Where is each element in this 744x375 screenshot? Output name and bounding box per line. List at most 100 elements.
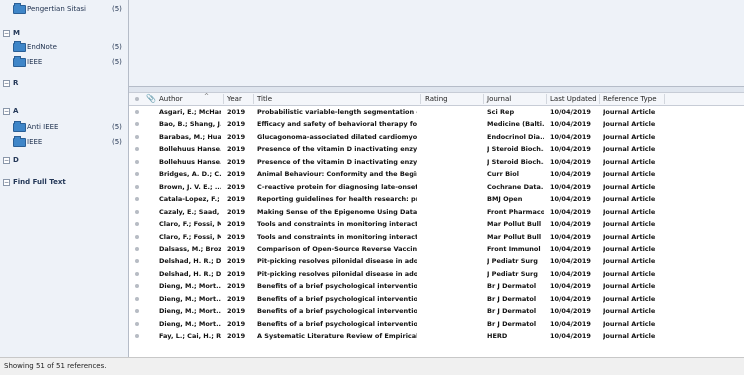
table-row[interactable]: Bao, B.; Shang, J.... 2019 Efficacy and sa… [129, 119, 744, 130]
table-row[interactable]: Cazaly, E.; Saad, J... 2019 Making Sense o… [129, 207, 744, 218]
table-row[interactable]: Asgari, E.; McHar... 2019 Probabilistic va… [129, 107, 744, 118]
table-row[interactable]: Delshad, H. R.; D... 2019 Pit-picking reso… [129, 256, 744, 267]
group-item-pengertian-sitasi[interactable]: Pengertian Sitasi (5) [0, 3, 128, 15]
group-set-d[interactable]: − D [0, 155, 128, 167]
cell-author: Asgari, E.; McHar... [159, 108, 221, 116]
table-row[interactable]: Catala-Lopez, F.; ... 2019 Reporting guide… [129, 194, 744, 205]
group-item-count: (5) [112, 5, 122, 13]
cell-title: Tools and constraints in monitoring inte… [257, 220, 417, 229]
table-header: 📎 Author ^ Year Title Rating Journal Las… [129, 92, 744, 106]
collapse-toggle-icon[interactable]: − [3, 179, 10, 186]
column-header-last-updated[interactable]: Last Updated [550, 95, 597, 103]
table-row[interactable]: Bollehuus Hanse... 2019 Presence of the vi… [129, 157, 744, 168]
cell-year: 2019 [227, 157, 246, 166]
table-row[interactable]: Bollehuus Hanse... 2019 Presence of the vi… [129, 144, 744, 155]
read-status-column-icon[interactable] [135, 97, 139, 101]
collapse-toggle-icon[interactable]: − [3, 80, 10, 87]
cell-updated: 10/04/2019 [550, 332, 591, 341]
group-set-find-full-text[interactable]: − Find Full Text [0, 177, 128, 189]
column-header-journal[interactable]: Journal [487, 95, 511, 103]
cell-author: Dieng, M.; Mort... [159, 294, 221, 303]
cell-title: Reporting guidelines for health research… [257, 195, 417, 204]
cell-journal: Medicine (Balti... [487, 120, 544, 129]
cell-type: Journal Article [603, 244, 656, 253]
cell-year: 2019 [227, 332, 246, 341]
cell-author: Barabas, M.; Hua... [159, 132, 221, 141]
table-row[interactable]: Claro, F.; Fossi, M... 2019 Tools and cons… [129, 219, 744, 230]
cell-updated: 10/04/2019 [550, 132, 591, 141]
cell-year: 2019 [227, 269, 246, 278]
table-row[interactable]: Brown, J. V. E.; ... 2019 C-reactive prote… [129, 182, 744, 193]
cell-title: Presence of the vitamin D inactivating e… [257, 145, 417, 154]
cell-year: 2019 [227, 232, 246, 241]
folder-icon [13, 136, 26, 147]
table-row[interactable]: Dieng, M.; Mort... 2019 Benefits of a brie… [129, 319, 744, 330]
column-header-author[interactable]: Author [159, 95, 183, 103]
group-set-r[interactable]: − R [0, 78, 128, 90]
table-row[interactable]: Delshad, H. R.; D... 2019 Pit-picking reso… [129, 269, 744, 280]
read-status-icon [135, 159, 139, 164]
column-header-reference-type[interactable]: Reference Type [603, 95, 657, 103]
cell-type: Journal Article [603, 269, 656, 278]
group-set-m[interactable]: − M [0, 28, 128, 40]
cell-journal: J Steroid Bioch... [487, 145, 544, 154]
cell-author: Dalsass, M.; Broz... [159, 244, 221, 253]
cell-updated: 10/04/2019 [550, 244, 591, 253]
read-status-icon [135, 172, 139, 177]
group-item-endnote[interactable]: EndNote (5) [0, 41, 128, 53]
cell-updated: 10/04/2019 [550, 220, 591, 229]
cell-year: 2019 [227, 195, 246, 204]
read-status-icon [135, 209, 139, 214]
cell-updated: 10/04/2019 [550, 269, 591, 278]
read-status-icon [135, 147, 139, 152]
table-row[interactable]: Dieng, M.; Mort... 2019 Benefits of a brie… [129, 294, 744, 305]
table-row[interactable]: Claro, F.; Fossi, M... 2019 Tools and cons… [129, 232, 744, 243]
group-item-label: Anti IEEE [27, 123, 59, 131]
cell-updated: 10/04/2019 [550, 182, 591, 191]
cell-updated: 10/04/2019 [550, 145, 591, 154]
group-set-a[interactable]: − A [0, 106, 128, 118]
cell-author: Delshad, H. R.; D... [159, 257, 221, 266]
read-status-icon [135, 259, 139, 264]
group-item-anti-ieee[interactable]: Anti IEEE (5) [0, 121, 128, 133]
cell-journal: J Pediatr Surg [487, 269, 538, 278]
paperclip-icon[interactable]: 📎 [146, 94, 156, 103]
table-row[interactable]: Dalsass, M.; Broz... 2019 Comparison of Op… [129, 244, 744, 255]
group-set-label: M [13, 29, 20, 37]
cell-title: Benefits of a brief psychological interv… [257, 307, 417, 316]
collapse-toggle-icon[interactable]: − [3, 108, 10, 115]
collapse-toggle-icon[interactable]: − [3, 30, 10, 37]
cell-journal: J Steroid Bioch... [487, 157, 544, 166]
cell-author: Delshad, H. R.; D... [159, 269, 221, 278]
cell-title: Comparison of Open-Source Reverse Vaccin… [257, 244, 417, 253]
cell-journal: Br J Dermatol [487, 319, 537, 328]
cell-author: Dieng, M.; Mort... [159, 282, 221, 291]
cell-journal: BMJ Open [487, 195, 523, 204]
column-header-year[interactable]: Year [227, 95, 242, 103]
group-item-count: (5) [112, 43, 122, 51]
column-header-title[interactable]: Title [257, 95, 272, 103]
group-item-ieee[interactable]: IEEE (5) [0, 136, 128, 148]
cell-title: Presence of the vitamin D inactivating e… [257, 157, 417, 166]
cell-title: Probabilistic variable-length segmentati… [257, 108, 417, 116]
group-item-label: IEEE [27, 138, 43, 146]
table-row[interactable]: Dieng, M.; Mort... 2019 Benefits of a brie… [129, 306, 744, 317]
collapse-toggle-icon[interactable]: − [3, 157, 10, 164]
cell-type: Journal Article [603, 257, 656, 266]
table-row[interactable]: Barabas, M.; Hua... 2019 Glucagonoma-assoc… [129, 132, 744, 143]
cell-type: Journal Article [603, 220, 656, 229]
cell-year: 2019 [227, 294, 246, 303]
folder-icon [13, 121, 26, 132]
cell-journal: Endocrinol Dia... [487, 132, 544, 141]
table-row[interactable]: Fay, L.; Cai, H.; R... 2019 A Systematic L… [129, 331, 744, 342]
status-text: Showing 51 of 51 references. [4, 362, 107, 370]
cell-year: 2019 [227, 145, 246, 154]
cell-author: Bollehuus Hanse... [159, 157, 221, 166]
table-row[interactable]: Bridges, A. D.; C... 2019 Animal Behaviour… [129, 169, 744, 180]
group-item-ieee[interactable]: IEEE (5) [0, 56, 128, 68]
column-header-rating[interactable]: Rating [425, 95, 448, 103]
cell-journal: J Pediatr Surg [487, 257, 538, 266]
cell-title: Making Sense of the Epigenome Using Data… [257, 207, 417, 216]
cell-year: 2019 [227, 182, 246, 191]
table-row[interactable]: Dieng, M.; Mort... 2019 Benefits of a brie… [129, 281, 744, 292]
